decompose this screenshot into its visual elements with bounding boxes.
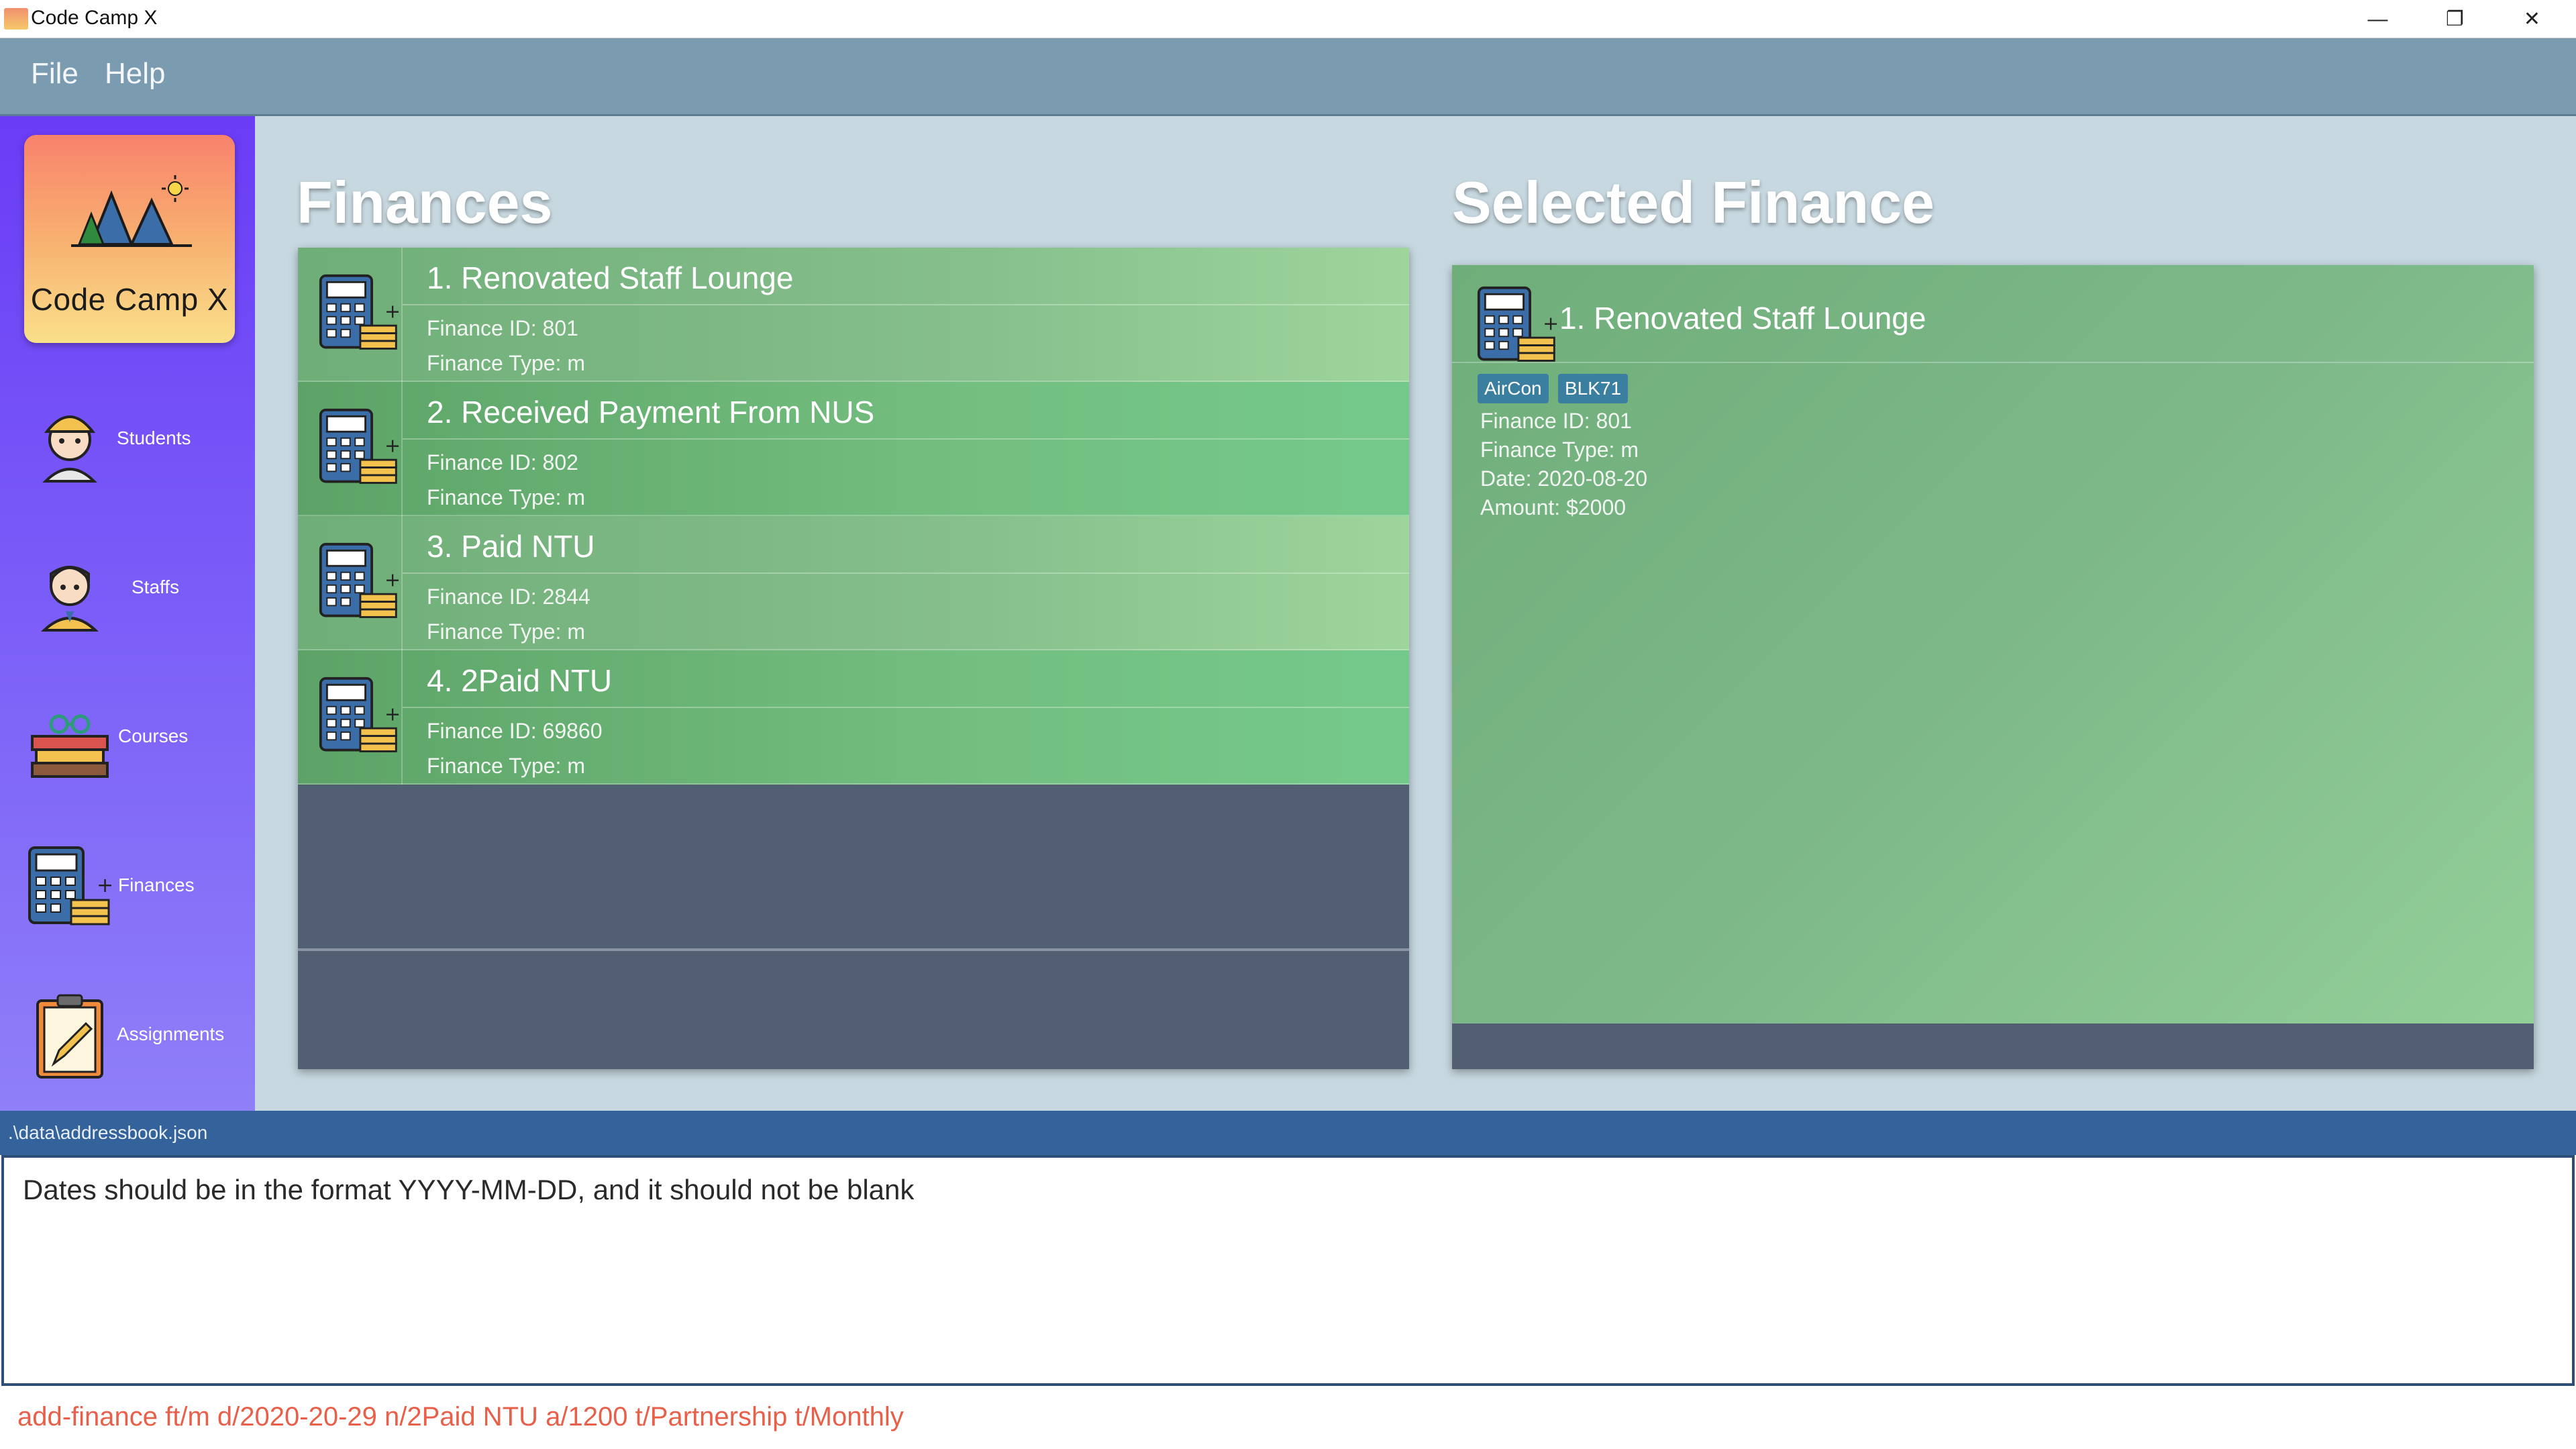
detail-header: + 1. Renovated Staff Lounge bbox=[1452, 265, 2534, 363]
list-item[interactable]: + 3. Paid NTU Finance ID: 2844 Finance T… bbox=[298, 516, 1409, 650]
finance-type: Finance Type: m bbox=[427, 351, 585, 375]
selected-finance-type: Finance Type: m bbox=[1480, 438, 1639, 462]
divider bbox=[403, 572, 1409, 574]
close-button[interactable]: ✕ bbox=[2493, 0, 2571, 38]
svg-text:+: + bbox=[384, 703, 400, 726]
row-icon-cell: + bbox=[298, 516, 403, 650]
sidebar-item-label: Staffs bbox=[132, 577, 180, 597]
status-bar: .\data\addressbook.json bbox=[0, 1111, 2576, 1155]
calculator-icon: + bbox=[1477, 286, 1558, 362]
calculator-icon: + bbox=[28, 846, 113, 926]
selected-finance-heading: Selected Finance bbox=[1452, 169, 1935, 236]
selected-finance-card: + 1. Renovated Staff Lounge AirCon BLK71… bbox=[1452, 265, 2534, 1023]
list-item[interactable]: + 1. Renovated Staff Lounge Finance ID: … bbox=[298, 248, 1409, 382]
logo-card: Code Camp X bbox=[24, 135, 235, 343]
tag-badge: BLK71 bbox=[1558, 374, 1629, 403]
window-title: Code Camp X bbox=[31, 7, 158, 29]
list-divider bbox=[298, 948, 1409, 951]
finance-id: Finance ID: 69860 bbox=[427, 719, 603, 743]
svg-text:+: + bbox=[97, 874, 113, 897]
sidebar-item-assignments[interactable]: Assignments bbox=[0, 967, 255, 1101]
divider bbox=[403, 304, 1409, 305]
selected-finance-id: Finance ID: 801 bbox=[1480, 409, 1632, 433]
finance-type: Finance Type: m bbox=[427, 619, 585, 644]
finance-type: Finance Type: m bbox=[427, 754, 585, 778]
finance-id: Finance ID: 802 bbox=[427, 450, 578, 474]
result-message: Dates should be in the format YYYY-MM-DD… bbox=[23, 1174, 915, 1205]
menu-bar: File Help bbox=[0, 38, 2576, 116]
finance-id: Finance ID: 801 bbox=[427, 316, 578, 340]
divider bbox=[403, 438, 1409, 440]
tag-badge: AirCon bbox=[1478, 374, 1549, 403]
books-icon bbox=[31, 714, 109, 778]
finance-title: 2. Received Payment From NUS bbox=[427, 395, 875, 430]
calculator-icon: + bbox=[319, 274, 400, 350]
logo-text: Code Camp X bbox=[30, 282, 229, 317]
sidebar-item-label: Students bbox=[117, 428, 191, 448]
selected-finance-title: 1. Renovated Staff Lounge bbox=[1559, 301, 1926, 336]
finance-type: Finance Type: m bbox=[427, 485, 585, 509]
selected-finance-panel: + 1. Renovated Staff Lounge AirCon BLK71… bbox=[1452, 265, 2534, 1069]
result-display[interactable]: Dates should be in the format YYYY-MM-DD… bbox=[1, 1155, 2575, 1386]
sidebar-item-label: Courses bbox=[118, 726, 189, 746]
calculator-icon: + bbox=[319, 542, 400, 618]
file-path: .\data\addressbook.json bbox=[8, 1122, 208, 1143]
calculator-icon: + bbox=[319, 408, 400, 484]
title-bar: Code Camp X — ❐ ✕ bbox=[0, 0, 2576, 38]
finance-title: 3. Paid NTU bbox=[427, 529, 595, 564]
svg-text:+: + bbox=[1543, 312, 1558, 335]
calculator-icon: + bbox=[319, 677, 400, 752]
row-icon-cell: + bbox=[298, 382, 403, 516]
svg-text:+: + bbox=[384, 568, 400, 591]
list-item[interactable]: + 2. Received Payment From NUS Finance I… bbox=[298, 382, 1409, 516]
svg-text:+: + bbox=[384, 300, 400, 323]
app-icon bbox=[4, 8, 28, 30]
sidebar-item-label: Finances bbox=[118, 875, 195, 895]
divider bbox=[403, 707, 1409, 708]
finance-id: Finance ID: 2844 bbox=[427, 585, 590, 609]
finance-list[interactable]: + 1. Renovated Staff Lounge Finance ID: … bbox=[298, 248, 1409, 1069]
sidebar-item-courses[interactable]: Courses bbox=[0, 669, 255, 803]
finance-title: 4. 2Paid NTU bbox=[427, 663, 613, 698]
command-box bbox=[0, 1386, 2576, 1449]
sidebar-item-finances[interactable]: + Finances bbox=[0, 818, 255, 952]
selected-finance-amount: Amount: $2000 bbox=[1480, 495, 1627, 519]
clipboard-icon bbox=[36, 994, 103, 1079]
finances-heading: Finances bbox=[297, 169, 553, 236]
svg-text:+: + bbox=[384, 434, 400, 457]
sidebar-item-staffs[interactable]: Staffs bbox=[0, 520, 255, 654]
main-area: Finances Selected Finance + 1. Renovated… bbox=[255, 116, 2576, 1111]
staff-icon bbox=[40, 566, 99, 632]
row-icon-cell: + bbox=[298, 248, 403, 382]
sidebar-item-students[interactable]: Students bbox=[0, 371, 255, 505]
menu-file[interactable]: File bbox=[31, 57, 79, 91]
selected-finance-date: Date: 2020-08-20 bbox=[1480, 466, 1648, 491]
menu-help[interactable]: Help bbox=[105, 57, 166, 91]
command-input[interactable] bbox=[17, 1395, 2554, 1438]
list-item[interactable]: + 4. 2Paid NTU Finance ID: 69860 Finance… bbox=[298, 650, 1409, 785]
sidebar-item-label: Assignments bbox=[117, 1023, 225, 1044]
minimize-button[interactable]: — bbox=[2339, 0, 2416, 38]
row-icon-cell: + bbox=[298, 650, 403, 785]
student-icon bbox=[42, 415, 97, 483]
restore-button[interactable]: ❐ bbox=[2416, 0, 2493, 38]
sidebar: Code Camp X Students Staffs Courses + Fi… bbox=[0, 116, 255, 1111]
finance-title: 1. Renovated Staff Lounge bbox=[427, 260, 794, 295]
camp-logo-icon bbox=[71, 175, 192, 247]
